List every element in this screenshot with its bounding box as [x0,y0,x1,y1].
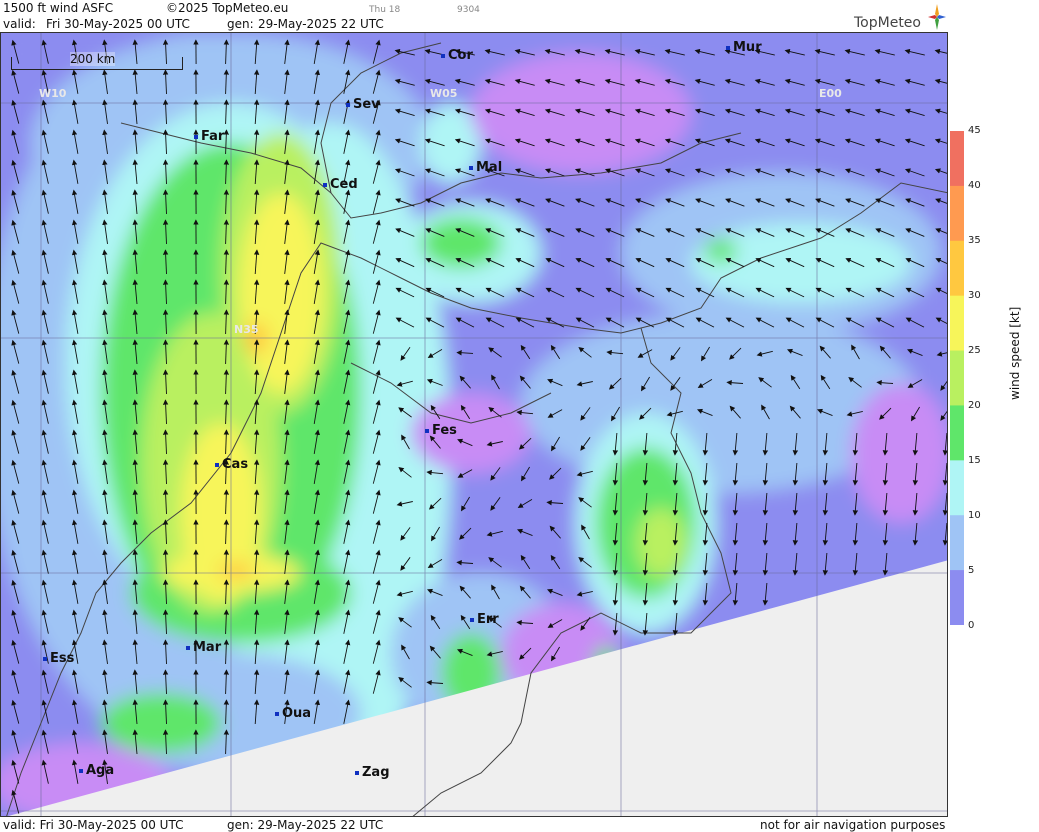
city-dot-icon [186,645,190,650]
city-dot-icon [43,656,47,661]
grid-label-w10: W10 [39,87,67,100]
city-dot-icon [425,428,429,433]
city-marker[interactable]: Ced [323,177,358,192]
city-dot-icon [346,102,350,107]
product-title: 1500 ft wind ASFC [3,1,114,15]
city-marker[interactable]: Fes [425,423,457,438]
valid-label: valid: [3,17,36,31]
run-code: 9304 [457,5,480,15]
city-marker[interactable]: Cas [215,457,248,472]
city-marker[interactable]: Oua [275,706,311,721]
legend-tick: 20 [968,400,981,411]
city-marker[interactable]: Far [194,129,224,144]
city-dot-icon [469,165,473,170]
legend-tick: 5 [968,565,975,576]
city-marker[interactable]: Sev [346,97,380,112]
wind-map[interactable]: W10 W05 E00 N35 200 km Cor Mur Sev Far M… [0,32,948,817]
legend-tick: 15 [968,455,981,466]
city-dot-icon [79,768,83,773]
city-dot-icon [355,770,359,775]
footer-disclaimer: not for air navigation purposes [760,818,946,832]
city-marker[interactable]: Aga [79,763,114,778]
gen-label: gen: [227,17,254,31]
city-marker[interactable]: Zag [355,765,390,780]
legend-swatch [950,240,964,297]
compass-star-icon [928,4,946,30]
city-dot-icon [323,182,327,187]
legend-swatch [950,295,964,352]
legend-tick: 0 [968,620,975,631]
legend-swatch [950,570,964,625]
footer-valid: valid: Fri 30-May-2025 00 UTC [3,818,184,832]
legend-tick: 45 [968,125,981,136]
gen-time: 29-May-2025 22 UTC [258,17,384,31]
city-dot-icon [194,134,198,139]
city-marker[interactable]: Err [470,612,499,627]
footer-gen: gen: 29-May-2025 22 UTC [227,818,384,832]
run-day: Thu 18 [369,5,401,15]
legend-tick: 10 [968,510,981,521]
city-marker[interactable]: Mal [469,160,502,175]
topmeteo-logo[interactable]: TopMeteo [854,15,921,31]
valid-time: Fri 30-May-2025 00 UTC [46,17,190,31]
copyright: ©2025 TopMeteo.eu [166,1,289,15]
grid-label-n35: N35 [234,323,259,336]
scale-bar-label: 200 km [70,52,116,66]
legend-tick: 40 [968,180,981,191]
city-dot-icon [275,711,279,716]
legend-swatch [950,515,964,572]
city-dot-icon [215,462,219,467]
legend-swatch [950,405,964,462]
city-marker[interactable]: Ess [43,651,74,666]
wind-speed-legend-bar [950,131,964,625]
city-dot-icon [441,53,445,58]
grid-label-w05: W05 [430,87,458,100]
scale-bar: 200 km [11,52,183,70]
legend-swatch [950,460,964,517]
city-dot-icon [726,45,730,50]
wind-field [1,33,947,816]
legend-tick: 30 [968,290,981,301]
grid-label-e00: E00 [819,87,842,100]
city-dot-icon [470,617,474,622]
legend-swatch [950,131,964,187]
city-marker[interactable]: Cor [441,48,473,63]
city-marker[interactable]: Mur [726,40,762,55]
legend-swatch [950,350,964,407]
legend-swatch [950,185,964,242]
legend-title: wind speed [kt] [1008,306,1022,400]
legend-tick: 25 [968,345,981,356]
legend-tick: 35 [968,235,981,246]
city-marker[interactable]: Mar [186,640,221,655]
